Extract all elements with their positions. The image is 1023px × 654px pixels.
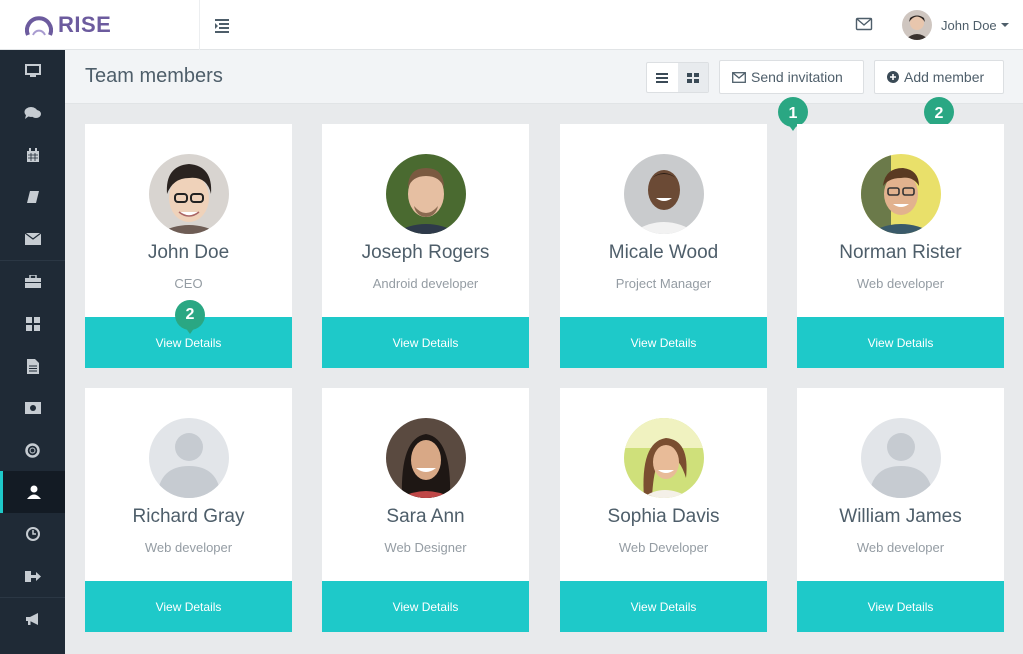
sidebar-item-attendance[interactable] — [0, 513, 65, 555]
user-icon — [27, 485, 41, 499]
grid-icon — [686, 72, 699, 83]
chevron-down-icon — [1000, 23, 1009, 27]
member-card: William James Web developer View Details — [797, 388, 1004, 632]
sidebar-item-dashboard-grid[interactable] — [0, 303, 65, 345]
member-card: Joseph Rogers Android developer View Det… — [322, 124, 529, 368]
calendar-icon — [26, 147, 39, 162]
sidebar-item-messages[interactable] — [0, 92, 65, 134]
grid-icon — [25, 317, 40, 331]
money-icon — [24, 402, 41, 414]
step-marker-number: 2 — [934, 105, 944, 122]
member-card: Norman Rister Web developer View Details — [797, 124, 1004, 368]
sidebar-item-projects[interactable] — [0, 261, 65, 303]
messages-icon[interactable] — [855, 16, 873, 32]
sidebar-item-announcements[interactable] — [0, 598, 65, 640]
life-ring-icon — [25, 442, 40, 458]
sidebar-item-events[interactable] — [0, 134, 65, 176]
rise-logo-icon — [25, 16, 53, 36]
default-avatar-icon — [149, 418, 229, 498]
user-name: John Doe — [941, 17, 997, 33]
send-invitation-button[interactable]: Send invitation — [719, 60, 864, 94]
view-details-button[interactable]: View Details — [322, 581, 529, 632]
member-card: Sophia Davis Web Developer View Details — [560, 388, 767, 632]
member-role: Web Developer — [618, 540, 709, 555]
step-marker-number: 2 — [185, 306, 195, 323]
avatar[interactable] — [386, 154, 466, 234]
view-details-button[interactable]: View Details — [797, 581, 1004, 632]
view-details-button[interactable]: View Details — [85, 581, 292, 632]
desktop-icon — [24, 64, 41, 77]
add-member-label: Add member — [904, 69, 985, 85]
member-name: Richard Gray — [132, 506, 245, 527]
brand-name: RISE — [58, 12, 112, 37]
member-role: CEO — [174, 276, 203, 291]
member-name: John Doe — [147, 242, 230, 263]
view-details-button[interactable]: View Details — [797, 317, 1004, 368]
view-details-button[interactable]: View Details — [560, 581, 767, 632]
add-member-button[interactable]: Add member — [874, 60, 1004, 94]
member-name: Micale Wood — [608, 242, 719, 263]
sidebar-item-leave[interactable] — [0, 555, 65, 597]
page-title: Team members — [85, 65, 223, 87]
member-role: Android developer — [372, 276, 479, 291]
list-view-button[interactable] — [647, 63, 678, 92]
clock-icon — [25, 527, 40, 541]
avatar[interactable] — [861, 154, 941, 234]
view-toggle — [646, 62, 709, 93]
user-avatar — [902, 10, 932, 40]
send-invitation-label: Send invitation — [751, 69, 843, 85]
plus-circle-icon — [887, 71, 899, 83]
sidebar-item-team-members[interactable] — [0, 471, 65, 513]
sidebar-item-notes[interactable] — [0, 176, 65, 218]
member-card: Micale Wood Project Manager View Details — [560, 124, 767, 368]
member-role: Web developer — [856, 276, 945, 291]
page-header: Team members Send invitation Add member — [65, 50, 1023, 104]
sidebar-item-expenses[interactable] — [0, 387, 65, 429]
member-role: Web developer — [144, 540, 233, 555]
avatar[interactable] — [624, 418, 704, 498]
envelope-icon — [732, 71, 746, 83]
member-role: Web developer — [856, 540, 945, 555]
sidebar-item-support[interactable] — [0, 429, 65, 471]
file-icon — [26, 358, 39, 374]
avatar[interactable] — [149, 154, 229, 234]
member-role: Web Designer — [384, 540, 467, 555]
sidebar-item-invoices[interactable] — [0, 345, 65, 387]
view-details-button[interactable]: View Details — [322, 317, 529, 368]
envelope-icon — [24, 233, 41, 245]
step-marker-number: 1 — [788, 105, 798, 122]
member-card: Sara Ann Web Designer View Details — [322, 388, 529, 632]
member-name: Norman Rister — [839, 242, 962, 263]
sidebar-item-mail[interactable] — [0, 218, 65, 260]
sidebar-toggle-icon[interactable] — [214, 17, 232, 33]
avatar[interactable] — [624, 154, 704, 234]
avatar[interactable] — [386, 418, 466, 498]
sign-out-icon — [24, 570, 41, 582]
member-name: Sara Ann — [386, 506, 465, 527]
step-marker: 2 — [175, 300, 205, 334]
book-icon — [26, 191, 39, 203]
member-role: Project Manager — [615, 276, 712, 291]
avatar[interactable] — [861, 418, 941, 498]
default-avatar-icon — [861, 418, 941, 498]
briefcase-icon — [24, 275, 41, 288]
sidebar-item-dashboard[interactable] — [0, 50, 65, 92]
sidebar — [0, 50, 65, 654]
grid-view-button[interactable] — [677, 63, 708, 92]
member-name: Sophia Davis — [607, 506, 720, 527]
brand[interactable]: RISE — [0, 0, 200, 50]
top-bar: RISE John Doe — [0, 0, 1023, 50]
member-card: Richard Gray Web developer View Details — [85, 388, 292, 632]
comments-icon — [24, 107, 41, 119]
member-name: William James — [839, 506, 962, 527]
list-icon — [656, 72, 669, 83]
avatar[interactable] — [149, 418, 229, 498]
bullhorn-icon — [25, 613, 38, 625]
view-details-button[interactable]: View Details — [560, 317, 767, 368]
member-name: Joseph Rogers — [361, 242, 490, 263]
user-menu[interactable]: John Doe — [902, 10, 1009, 40]
